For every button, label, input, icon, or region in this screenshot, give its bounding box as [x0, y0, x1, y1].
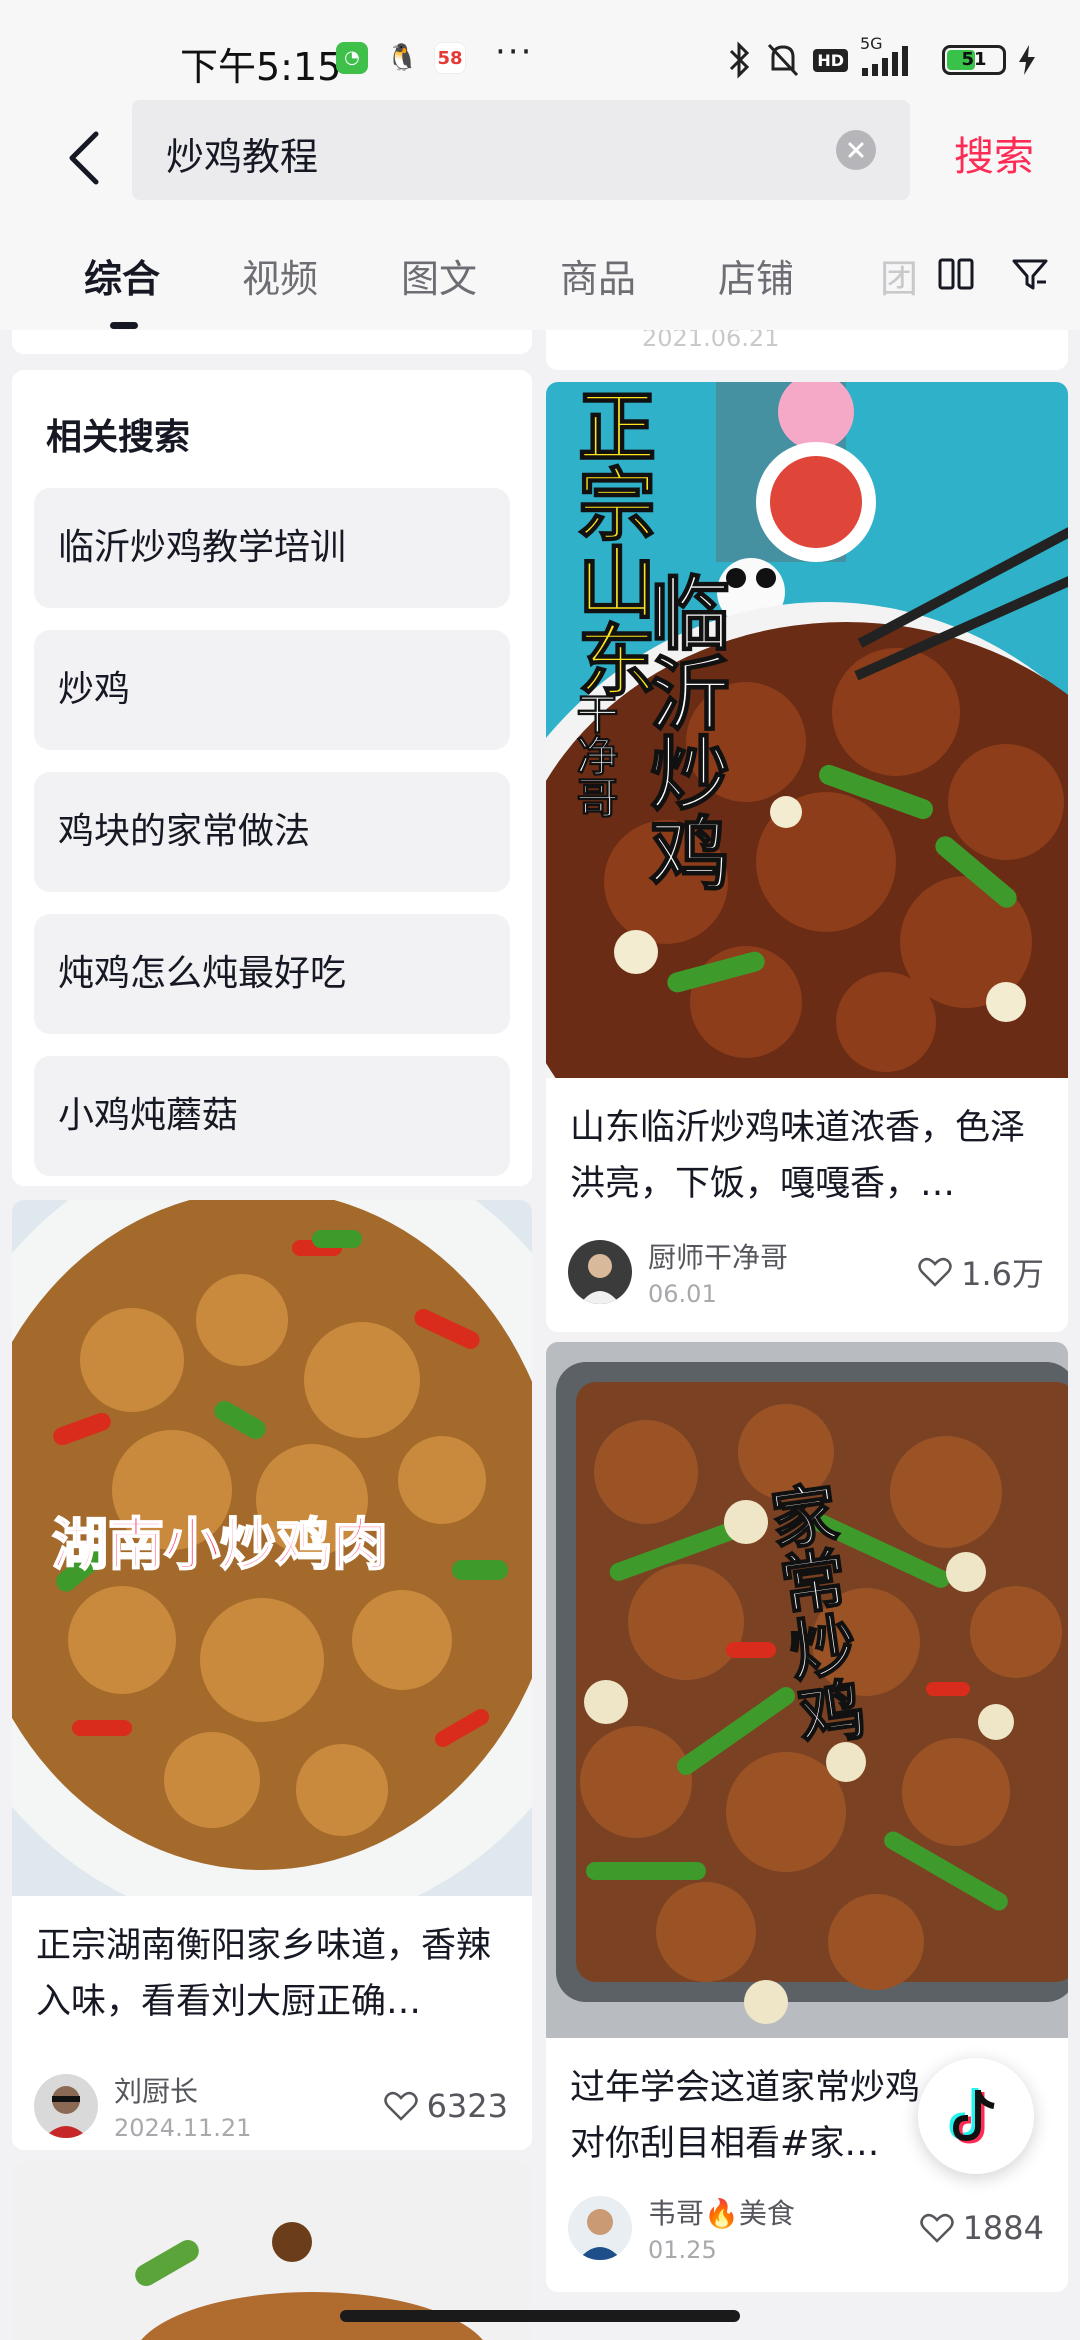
status-time: 下午5:15 [180, 45, 342, 89]
tab-comprehensive[interactable]: 综合 [84, 248, 160, 303]
tab-video[interactable]: 视频 [242, 248, 318, 303]
hd-icon: HD [813, 48, 848, 72]
douyin-float-button[interactable] [918, 2058, 1034, 2174]
author-name[interactable]: 韦哥🔥美食 [648, 2192, 795, 2232]
like-count[interactable]: 1.6万 [917, 1249, 1044, 1295]
card-title[interactable]: 正宗湖南衡阳家乡味道，香辣入味，看看刘大厨正确… [12, 1918, 532, 2030]
bluetooth-icon [730, 41, 750, 79]
related-searches-card: 相关搜索 临沂炒鸡教学培训 炒鸡 鸡块的家常做法 炖鸡怎么炖最好吃 小鸡炖蘑菇 [12, 370, 532, 1186]
post-date: 06.01 [648, 1280, 717, 1308]
search-header: 炒鸡教程 搜索 [0, 100, 1080, 220]
result-card-hunan[interactable]: 湖南小炒鸡肉 正宗湖南衡阳家乡味道，香辣入味，看看刘大厨正确… 刘厨长 2024… [12, 1200, 532, 2150]
filter-icon[interactable] [1010, 254, 1050, 294]
avatar[interactable] [568, 2196, 632, 2260]
card-title[interactable]: 山东临沂炒鸡味道浓香，色泽洪亮，下饭，嘎嘎香，… [546, 1100, 1068, 1212]
more-notifications-icon: ··· [495, 32, 534, 72]
related-search-item[interactable]: 小鸡炖蘑菇 [34, 1056, 510, 1176]
cover-overlay-small: 干净哥 [570, 692, 620, 819]
result-card-linyi[interactable]: 正宗山东 干净哥 临沂炒鸡 山东临沂炒鸡味道浓香，色泽洪亮，下饭，嘎嘎香，… 厨… [546, 382, 1068, 1332]
app-58-notification-icon: 58 [434, 42, 466, 74]
layout-toggle-icon[interactable] [936, 254, 976, 294]
home-indicator[interactable] [340, 2310, 740, 2322]
heart-icon [919, 2213, 954, 2243]
related-search-item[interactable]: 炒鸡 [34, 630, 510, 750]
related-searches-title: 相关搜索 [46, 417, 191, 458]
wechat-notification-icon: ◔ [336, 42, 368, 74]
avatar[interactable] [568, 1240, 632, 1304]
battery-icon: 51 [942, 45, 1006, 75]
heart-icon [918, 1257, 952, 1287]
cover-image[interactable]: 家常炒鸡 [546, 1342, 1068, 2038]
cover-image[interactable]: 正宗山东 干净哥 临沂炒鸡 [546, 382, 1068, 1078]
qq-notification-icon: 🐧 [386, 43, 419, 73]
tab-group[interactable]: 团 [880, 248, 918, 303]
cover-overlay-text: 湖南小炒鸡肉 [51, 1512, 389, 1579]
author-name[interactable]: 厨师干净哥 [648, 1236, 788, 1276]
heart-icon [383, 2091, 418, 2121]
result-tabs: 综合 视频 图文 商品 店铺 团 [0, 220, 1080, 330]
douyin-logo-icon [949, 2088, 995, 2144]
tab-image-text[interactable]: 图文 [401, 248, 477, 303]
avatar[interactable] [34, 2074, 98, 2138]
like-count[interactable]: 6323 [383, 2087, 508, 2125]
cover-overlay-white: 临沂炒鸡 [636, 571, 731, 893]
signal-icon: 5G [860, 34, 930, 78]
back-button[interactable] [44, 118, 124, 198]
related-search-item[interactable]: 炖鸡怎么炖最好吃 [34, 914, 510, 1034]
close-icon [848, 142, 864, 158]
search-query: 炒鸡教程 [166, 135, 319, 179]
related-search-item[interactable]: 鸡块的家常做法 [34, 772, 510, 892]
post-date: 01.25 [648, 2236, 717, 2264]
mute-bell-icon [768, 43, 799, 77]
like-count[interactable]: 1884 [919, 2209, 1044, 2247]
clear-search-button[interactable] [836, 130, 876, 170]
back-arrow-icon [69, 131, 99, 185]
search-button[interactable]: 搜索 [954, 124, 1034, 182]
post-date: 2024.11.21 [114, 2114, 252, 2142]
related-search-item[interactable]: 临沂炒鸡教学培训 [34, 488, 510, 608]
active-tab-indicator [110, 322, 138, 329]
previous-card-bottom: 2021.06.21 [546, 330, 1068, 370]
previous-card-bottom [12, 330, 532, 354]
charging-icon [1019, 45, 1035, 75]
tab-products[interactable]: 商品 [560, 248, 636, 303]
post-date: 2021.06.21 [642, 330, 780, 352]
author-name[interactable]: 刘厨长 [114, 2070, 251, 2110]
search-input[interactable]: 炒鸡教程 [132, 100, 910, 200]
tab-stores[interactable]: 店铺 [718, 248, 794, 303]
status-bar: 下午5:15 ◔ 🐧 58 ··· HD 5G 51 [0, 0, 1080, 100]
cover-image[interactable]: 湖南小炒鸡肉 [12, 1200, 532, 1896]
